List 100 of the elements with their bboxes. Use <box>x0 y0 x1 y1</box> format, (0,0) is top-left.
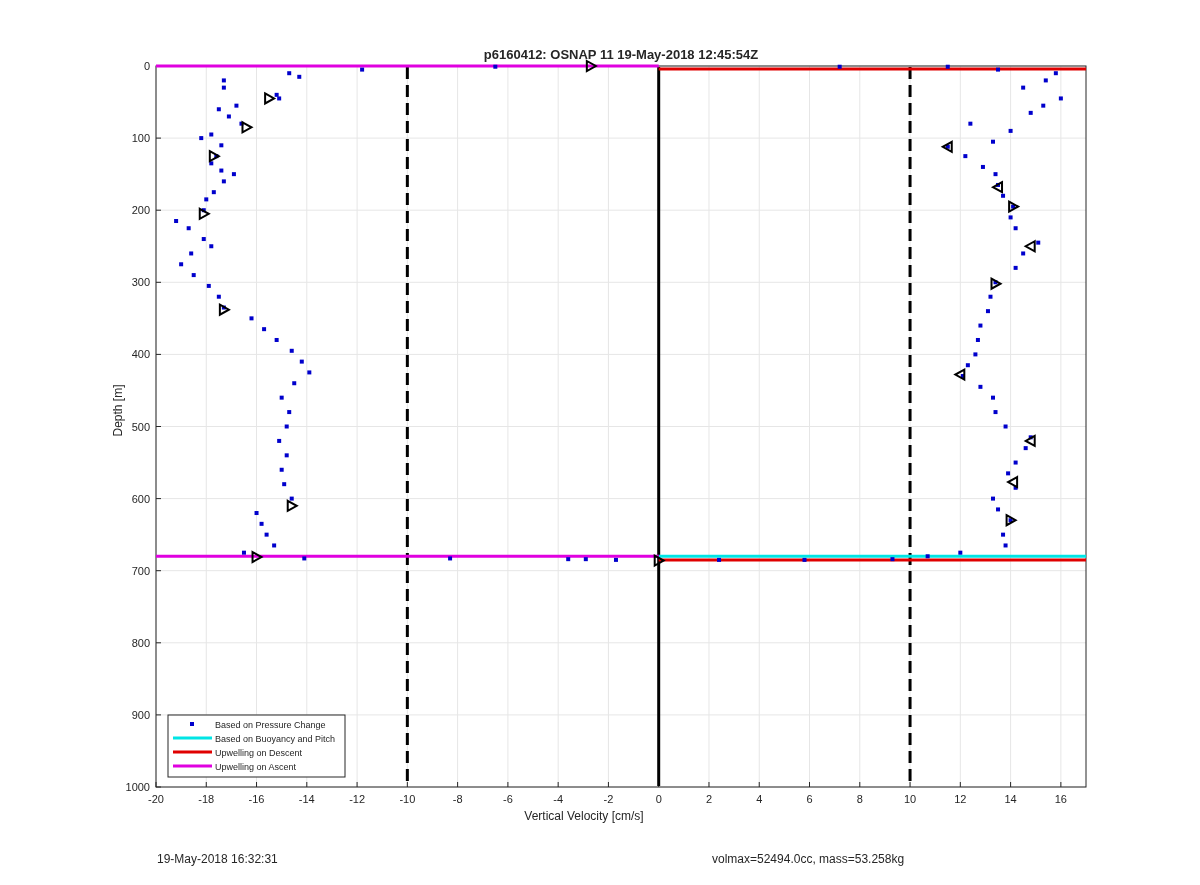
data-point <box>307 370 312 375</box>
data-point <box>958 550 963 555</box>
data-point <box>219 168 224 173</box>
triangle-marker <box>1023 239 1036 253</box>
data-point <box>284 453 289 458</box>
tick-label: 2 <box>705 793 713 805</box>
data-point <box>1021 85 1026 90</box>
data-point <box>204 197 209 202</box>
data-point <box>221 305 226 310</box>
triangle-marker <box>953 367 966 382</box>
data-point <box>1028 435 1033 440</box>
tick-label: -14 <box>298 793 315 805</box>
data-point <box>890 557 895 562</box>
data-point <box>1008 128 1013 133</box>
data-point <box>996 507 1001 512</box>
data-point <box>613 557 618 562</box>
data-point <box>991 496 995 501</box>
y-axis-label: Depth [m] <box>111 384 125 437</box>
data-point <box>963 154 968 159</box>
tick-label: 0 <box>655 793 662 805</box>
data-point <box>996 182 1001 187</box>
data-point <box>259 521 264 526</box>
data-point <box>264 532 269 537</box>
legend-label: Based on Buoyancy and Pitch <box>215 733 336 744</box>
data-point <box>1058 96 1063 101</box>
legend-line <box>173 736 212 740</box>
data-point <box>1008 518 1013 523</box>
triangle-marker <box>1005 513 1018 527</box>
tick-label: -4 <box>553 793 564 805</box>
tick-label: -10 <box>399 793 416 805</box>
data-point <box>802 557 807 562</box>
data-point <box>216 294 221 299</box>
data-point <box>239 121 244 126</box>
legend-line <box>173 750 212 754</box>
tick-label: 6 <box>806 793 813 805</box>
data-point <box>262 327 267 332</box>
data-point <box>254 511 259 515</box>
data-point <box>1028 110 1033 115</box>
data-point <box>960 374 965 379</box>
triangle-marker <box>653 553 666 568</box>
data-point <box>991 139 995 144</box>
data-point <box>292 381 297 386</box>
tick-label: 500 <box>131 420 150 433</box>
data-point <box>993 172 998 177</box>
data-point <box>968 121 973 126</box>
data-point <box>996 67 1001 72</box>
data-point <box>179 262 184 267</box>
legend-label: Based on Pressure Change <box>215 719 326 730</box>
data-point <box>360 67 365 72</box>
data-point <box>199 136 204 141</box>
data-point <box>289 496 294 501</box>
tick-label: 100 <box>131 132 150 145</box>
data-point <box>1003 424 1008 429</box>
data-point <box>945 64 950 69</box>
data-point <box>1013 265 1018 270</box>
data-point <box>284 424 289 429</box>
data-point <box>279 467 284 472</box>
data-point <box>279 395 284 400</box>
data-point <box>1013 226 1018 231</box>
data-point <box>234 103 239 108</box>
tick-label: 16 <box>1054 793 1067 805</box>
data-point <box>988 294 993 299</box>
tick-label: 4 <box>756 793 763 805</box>
tick-label: 8 <box>856 793 863 805</box>
data-point <box>221 78 226 83</box>
data-point <box>991 395 995 400</box>
triangle-marker <box>990 277 1003 291</box>
data-point <box>211 190 216 195</box>
x-axis-label: Vertical Velocity [cm/s] <box>524 809 644 823</box>
triangle-marker <box>940 140 953 154</box>
tick-label: 900 <box>131 708 150 721</box>
data-point <box>717 557 722 562</box>
tick-label: 800 <box>131 636 150 649</box>
tick-label: 600 <box>131 492 150 505</box>
data-point <box>975 338 980 342</box>
legend-line <box>173 764 212 768</box>
data-point <box>209 161 214 166</box>
data-point <box>965 363 970 368</box>
legend-label: Upwelling on Descent <box>215 747 303 758</box>
data-point <box>221 179 226 184</box>
data-point <box>1053 71 1058 76</box>
data-point <box>282 482 287 487</box>
data-point <box>302 556 307 561</box>
data-point <box>174 219 179 223</box>
data-point <box>241 550 246 555</box>
data-point <box>249 316 254 321</box>
triangle-marker <box>208 149 221 163</box>
data-point <box>985 309 990 314</box>
data-point <box>945 144 950 149</box>
data-point <box>201 208 206 213</box>
triangle-marker <box>218 303 231 317</box>
data-point <box>299 359 304 364</box>
data-point <box>189 251 194 256</box>
data-point <box>297 74 302 79</box>
triangle-marker <box>1023 434 1036 448</box>
data-point <box>1036 240 1041 245</box>
tick-label: 0 <box>143 60 150 72</box>
data-point <box>1001 193 1006 198</box>
data-point <box>209 132 214 137</box>
tick-label: 1000 <box>125 781 150 793</box>
